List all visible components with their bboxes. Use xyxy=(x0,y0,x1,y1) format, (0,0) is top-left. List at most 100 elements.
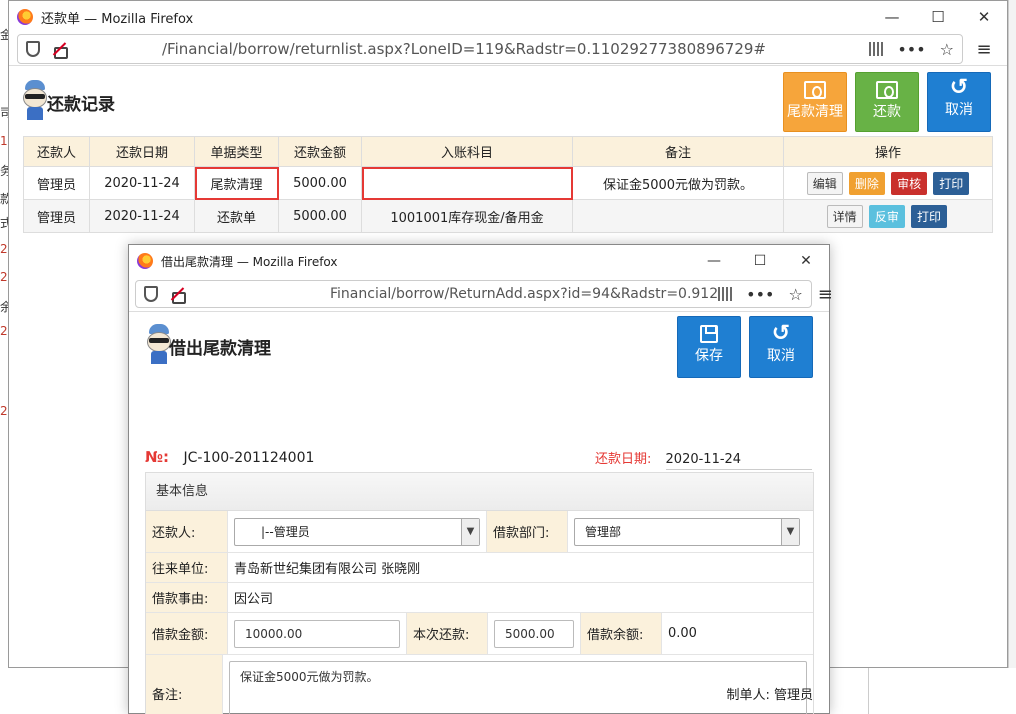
bookmark-star-icon[interactable]: ☆ xyxy=(788,285,802,304)
field-label: 本次还款: xyxy=(406,613,488,654)
remark-textarea[interactable]: 保证金5000元做为罚款。 xyxy=(229,661,807,714)
hamburger-menu-icon[interactable]: ≡ xyxy=(969,39,999,60)
cancel-label: 取消 xyxy=(767,348,795,364)
save-button[interactable]: 保存 xyxy=(677,316,741,378)
window-controls: — ☐ ✕ xyxy=(691,253,829,269)
partner-value: 青岛新世纪集团有限公司 张晓刚 xyxy=(234,562,421,577)
cell-account-highlighted xyxy=(361,166,573,200)
department-select[interactable]: 管理部 ▼ xyxy=(574,517,800,546)
popup-urlbar: Financial/borrow/ReturnAdd.aspx?id=94&Ra… xyxy=(129,277,833,311)
details-button[interactable]: 详情 xyxy=(826,204,863,228)
delete-button[interactable]: 删除 xyxy=(848,171,885,195)
page-title: 借出尾款清理 xyxy=(169,339,271,359)
mascot-logo-icon xyxy=(21,80,49,120)
basic-info-form: 基本信息 还款人: |--管理员 ▼ 借款部门: 管理部 ▼ 往来单位: 青岛新… xyxy=(145,472,814,714)
minimize-icon[interactable]: — xyxy=(691,253,737,269)
cell-date: 2020-11-24 xyxy=(89,166,195,200)
window-controls: — ☐ ✕ xyxy=(869,8,1007,26)
cell-account: 1001001库存现金/备用金 xyxy=(361,199,573,233)
edit-button[interactable]: 编辑 xyxy=(806,171,843,195)
print-button[interactable]: 打印 xyxy=(933,171,970,195)
field-value: 5000.00 xyxy=(488,613,580,654)
cancel-label: 取消 xyxy=(945,102,973,118)
page-title: 还款记录 xyxy=(47,95,115,115)
col-header: 还款日期 xyxy=(89,136,195,167)
more-actions-icon[interactable]: ••• xyxy=(897,40,925,59)
field-label: 还款人: xyxy=(146,511,228,552)
address-bar[interactable]: Financial/borrow/ReturnAdd.aspx?id=94&Ra… xyxy=(135,280,812,308)
money-icon xyxy=(804,81,826,99)
hamburger-menu-icon[interactable]: ≡ xyxy=(818,284,833,305)
maximize-icon[interactable]: ☐ xyxy=(915,8,961,26)
main-urlbar: /Financial/borrow/returnlist.aspx?LoneID… xyxy=(9,33,1007,65)
qr-code-icon[interactable] xyxy=(718,287,733,301)
cancel-button[interactable]: ↺ 取消 xyxy=(927,72,991,132)
tail-clear-button[interactable]: 尾款清理 xyxy=(783,72,847,132)
cell-note xyxy=(572,199,784,233)
form-row: 借款金额: 10000.00 本次还款: 5000.00 借款余额: 0.00 xyxy=(146,613,813,655)
cell-person: 管理员 xyxy=(23,199,90,233)
reason-value: 因公司 xyxy=(234,592,274,607)
unapprove-button[interactable]: 反审 xyxy=(868,204,905,228)
col-header: 备注 xyxy=(572,136,784,167)
repayer-select[interactable]: |--管理员 ▼ xyxy=(234,517,480,546)
loan-amount-input[interactable]: 10000.00 xyxy=(234,619,400,648)
number-label: №: xyxy=(145,448,170,466)
cell-amount: 5000.00 xyxy=(278,199,362,233)
address-bar[interactable]: /Financial/borrow/returnlist.aspx?LoneID… xyxy=(17,34,963,64)
close-icon[interactable]: ✕ xyxy=(783,253,829,269)
table-header-row: 还款人 还款日期 单据类型 还款金额 入账科目 备注 操作 xyxy=(23,136,993,167)
field-label: 借款事由: xyxy=(146,583,228,612)
maker-value: 管理员 xyxy=(773,688,813,703)
url-text[interactable]: /Financial/borrow/returnlist.aspx?LoneID… xyxy=(82,40,869,58)
repay-label: 还款 xyxy=(873,104,901,120)
shield-icon[interactable] xyxy=(26,41,40,57)
table-row[interactable]: 管理员 2020-11-24 还款单 5000.00 1001001库存现金/备… xyxy=(23,199,993,233)
background-bottom-strip xyxy=(868,668,1016,714)
approve-button[interactable]: 审核 xyxy=(891,171,928,195)
qr-code-icon[interactable] xyxy=(869,42,884,56)
undo-icon: ↺ xyxy=(771,321,791,346)
field-label: 往来单位: xyxy=(146,553,228,582)
shield-icon[interactable] xyxy=(144,286,158,302)
popup-content: 借出尾款清理 保存 ↺ 取消 №: JC-100-201124001 还款日期:… xyxy=(129,311,829,714)
background-left-strip: 金 司 19 务 款 式 20 20 余 20 20 xyxy=(0,0,15,714)
form-row: 还款人: |--管理员 ▼ 借款部门: 管理部 ▼ xyxy=(146,511,813,553)
document-number: №: JC-100-201124001 xyxy=(145,448,314,466)
close-icon[interactable]: ✕ xyxy=(961,8,1007,26)
minimize-icon[interactable]: — xyxy=(869,8,915,26)
insecure-lock-icon[interactable] xyxy=(170,287,186,304)
col-header: 还款人 xyxy=(23,136,90,167)
table-row[interactable]: 管理员 2020-11-24 尾款清理 5000.00 保证金5000元做为罚款… xyxy=(23,166,993,200)
maximize-icon[interactable]: ☐ xyxy=(737,253,783,269)
department-selected-value: 管理部 xyxy=(585,525,622,539)
field-label: 借款部门: xyxy=(486,511,568,552)
field-label: 借款余额: xyxy=(580,613,662,654)
date-input[interactable]: 2020-11-24 xyxy=(665,452,812,470)
print-button[interactable]: 打印 xyxy=(910,204,947,228)
this-repay-input[interactable]: 5000.00 xyxy=(494,619,574,648)
page-header: 还款记录 尾款清理 还款 ↺ 取消 xyxy=(9,66,1007,138)
maker-label: 制单人: xyxy=(726,688,770,703)
save-label: 保存 xyxy=(695,348,723,364)
repay-button[interactable]: 还款 xyxy=(855,72,919,132)
firefox-icon xyxy=(17,9,33,25)
save-disk-icon xyxy=(700,325,718,343)
maker-info: 制单人: 管理员 xyxy=(726,684,813,703)
repay-date: 还款日期: 2020-11-24 xyxy=(595,448,812,470)
url-text[interactable]: Financial/borrow/ReturnAdd.aspx?id=94&Ra… xyxy=(200,286,718,302)
tail-clear-label: 尾款清理 xyxy=(787,104,843,120)
remark-text: 保证金5000元做为罚款。 xyxy=(240,670,379,684)
firefox-icon xyxy=(137,253,153,269)
cell-person: 管理员 xyxy=(23,166,90,200)
insecure-lock-icon[interactable] xyxy=(52,42,68,59)
cell-type-highlighted: 尾款清理 xyxy=(194,166,279,200)
cell-note: 保证金5000元做为罚款。 xyxy=(572,166,784,200)
money-icon xyxy=(876,81,898,99)
cancel-button[interactable]: ↺ 取消 xyxy=(749,316,813,378)
bookmark-star-icon[interactable]: ☆ xyxy=(940,40,954,59)
chevron-down-icon: ▼ xyxy=(461,518,479,545)
cell-amount: 5000.00 xyxy=(278,166,362,200)
cell-date: 2020-11-24 xyxy=(89,199,195,233)
more-actions-icon[interactable]: ••• xyxy=(746,285,774,304)
